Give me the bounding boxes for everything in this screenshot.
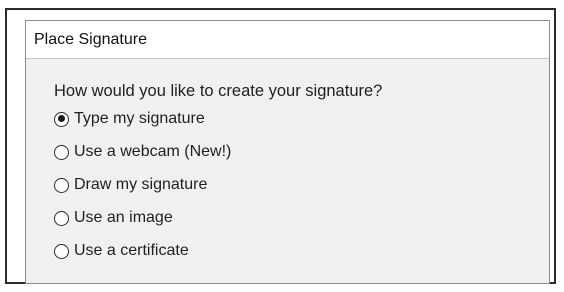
option-label: Draw my signature xyxy=(74,176,208,193)
screenshot-frame: Place Signature How would you like to cr… xyxy=(5,8,556,284)
option-draw-signature[interactable]: Draw my signature xyxy=(54,174,549,196)
radio-button-selected[interactable] xyxy=(54,111,69,127)
dialog-titlebar: Place Signature xyxy=(26,21,549,59)
dialog-body: How would you like to create your signat… xyxy=(26,80,549,262)
radio-button[interactable] xyxy=(54,177,69,193)
option-use-image[interactable]: Use an image xyxy=(54,207,549,229)
option-use-webcam[interactable]: Use a webcam (New!) xyxy=(54,141,549,163)
option-label: Use an image xyxy=(74,209,173,226)
option-label: Type my signature xyxy=(74,110,205,127)
place-signature-dialog: Place Signature How would you like to cr… xyxy=(25,20,550,284)
signature-method-question: How would you like to create your signat… xyxy=(54,82,383,100)
dialog-title: Place Signature xyxy=(34,30,147,48)
radio-button[interactable] xyxy=(54,243,69,259)
radio-button[interactable] xyxy=(54,144,69,160)
option-use-certificate[interactable]: Use a certificate xyxy=(54,240,549,262)
radio-button[interactable] xyxy=(54,210,69,226)
option-type-signature[interactable]: Type my signature xyxy=(54,108,549,130)
option-label: Use a certificate xyxy=(74,242,189,259)
option-label: Use a webcam (New!) xyxy=(74,143,232,160)
